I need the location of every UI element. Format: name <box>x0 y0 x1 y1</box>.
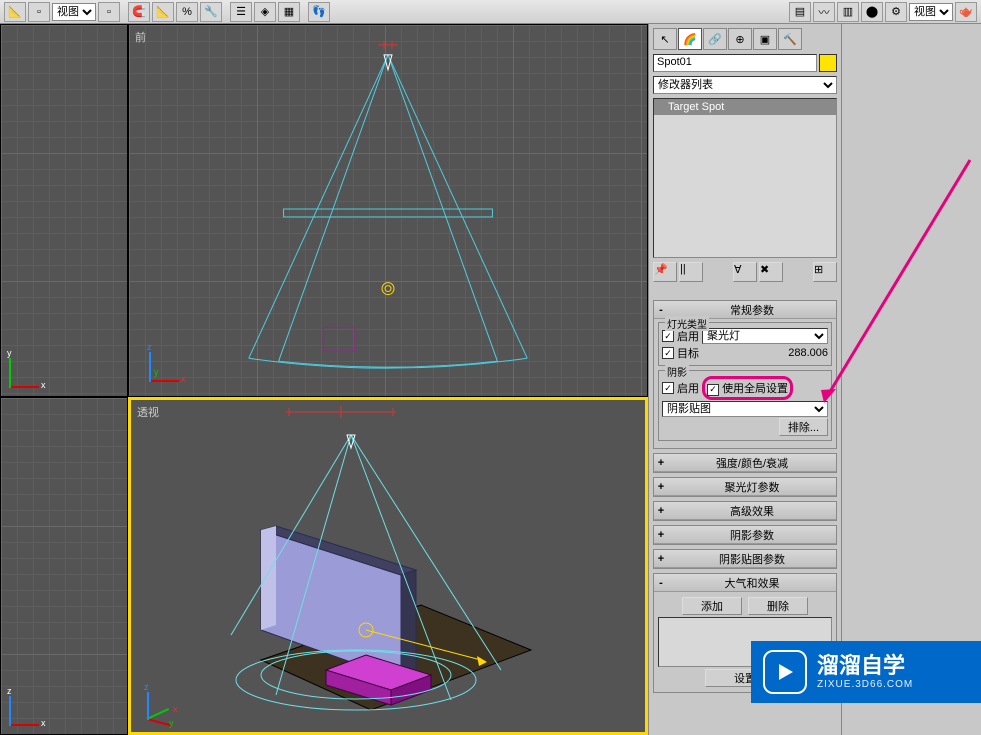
light-type-group: 灯光类型 启用 聚光灯 目标 288.006 <box>658 322 832 366</box>
use-global-checkbox[interactable] <box>707 384 719 396</box>
create-tab-icon[interactable]: ↖ <box>653 28 677 50</box>
selection-icon[interactable]: ☰ <box>230 2 252 22</box>
modifier-stack[interactable]: Target Spot <box>653 98 837 258</box>
utilities-tab-icon[interactable]: 🔨 <box>778 28 802 50</box>
viewport-front[interactable]: 前 <box>128 24 648 397</box>
view-select-left[interactable]: 视图 <box>52 3 96 21</box>
show-end-icon[interactable]: || <box>679 262 703 282</box>
material-icon[interactable]: ⬤ <box>861 2 883 22</box>
rollout-header[interactable]: + 阴影参数 <box>654 526 836 544</box>
remove-icon[interactable]: ✖ <box>759 262 783 282</box>
top-toolbar: 📐 ▫ 视图 ▫ 🧲 📐 % 🔧 ☰ ◈ ▦ 👣 ▤ 〰 ▥ ⬤ ⚙ 视图 🫖 <box>0 0 981 24</box>
shadow-group: 阴影 启用 使用全局设置 阴影贴图 排除... <box>658 370 832 441</box>
snap-percent-icon[interactable]: % <box>176 2 198 22</box>
viewport-label: 透视 <box>137 404 159 420</box>
expand-icon: + <box>654 481 668 493</box>
axis-gizmo-icon: x z y <box>147 680 187 720</box>
expand-icon: + <box>654 553 668 565</box>
collapse-icon: - <box>654 577 668 589</box>
rollout-header[interactable]: + 聚光灯参数 <box>654 478 836 496</box>
pin-stack-icon[interactable]: 📌 <box>653 262 677 282</box>
collapse-icon: - <box>654 304 668 316</box>
expand-icon: + <box>654 505 668 517</box>
viewports: x y 前 <box>0 24 648 735</box>
viewport-bot-left[interactable]: x z <box>0 397 128 735</box>
tool-walk-icon[interactable]: 👣 <box>308 2 330 22</box>
front-scene <box>129 25 647 396</box>
teapot-icon[interactable]: 🫖 <box>955 2 977 22</box>
watermark: 溜溜自学 ZIXUE.3D66.COM <box>751 641 981 703</box>
motion-tab-icon[interactable]: ⊕ <box>728 28 752 50</box>
snap-angle-icon[interactable]: 📐 <box>152 2 174 22</box>
add-effect-button[interactable]: 添加 <box>682 597 742 615</box>
expand-icon: + <box>654 529 668 541</box>
view-select-right[interactable]: 视图 <box>909 3 953 21</box>
rollout-shadow-map-params: + 阴影贴图参数 <box>653 549 837 569</box>
exclude-button[interactable]: 排除... <box>779 418 828 436</box>
expand-icon: + <box>654 457 668 469</box>
hierarchy-tab-icon[interactable]: 🔗 <box>703 28 727 50</box>
rollout-shadow-params: + 阴影参数 <box>653 525 837 545</box>
panel-tabs: ↖ 🌈 🔗 ⊕ ▣ 🔨 <box>651 26 839 52</box>
stack-buttons: 📌 || ∀ ✖ ⊞ <box>651 260 839 284</box>
tool-btn-1[interactable]: 📐 <box>4 2 26 22</box>
render-setup-icon[interactable]: ⚙ <box>885 2 907 22</box>
right-gutter <box>841 24 981 735</box>
play-icon <box>763 650 807 694</box>
rollout-spotlight: + 聚光灯参数 <box>653 477 837 497</box>
command-panel: ↖ 🌈 🔗 ⊕ ▣ 🔨 Spot01 修改器列表 Target Spot 📌 |… <box>648 24 841 735</box>
viewport-label: 前 <box>135 29 146 45</box>
light-type-select[interactable]: 聚光灯 <box>702 328 828 344</box>
mirror-icon[interactable]: ◈ <box>254 2 276 22</box>
rollout-intensity: + 强度/颜色/衰减 <box>653 453 837 473</box>
rollout-header[interactable]: + 高级效果 <box>654 502 836 520</box>
make-unique-icon[interactable]: ∀ <box>733 262 757 282</box>
perspective-scene <box>131 400 645 732</box>
layers-icon[interactable]: ▤ <box>789 2 811 22</box>
object-color-swatch[interactable] <box>819 54 837 72</box>
delete-effect-button[interactable]: 删除 <box>748 597 808 615</box>
shadow-type-select[interactable]: 阴影贴图 <box>662 401 828 417</box>
snap-icon[interactable]: 🧲 <box>128 2 150 22</box>
align-icon[interactable]: ▦ <box>278 2 300 22</box>
axis-gizmo-icon: x z y <box>149 342 189 382</box>
axis-gizmo-icon: x y <box>9 348 49 388</box>
curve-editor-icon[interactable]: 〰 <box>813 2 835 22</box>
axis-gizmo-icon: x z <box>9 686 49 726</box>
viewport-perspective[interactable]: 透视 <box>128 397 648 735</box>
enable-light-checkbox[interactable] <box>662 330 674 342</box>
shadow-enable-checkbox[interactable] <box>662 382 674 394</box>
stack-item[interactable]: Target Spot <box>654 99 836 115</box>
viewport-top-left[interactable]: x y <box>0 24 128 397</box>
display-tab-icon[interactable]: ▣ <box>753 28 777 50</box>
configure-icon[interactable]: ⊞ <box>813 262 837 282</box>
rollout-header[interactable]: + 强度/颜色/衰减 <box>654 454 836 472</box>
rollout-general: - 常规参数 灯光类型 启用 聚光灯 目标 288.006 <box>653 300 837 449</box>
tool-btn-3[interactable]: ▫ <box>98 2 120 22</box>
snap-toggle-icon[interactable]: 🔧 <box>200 2 222 22</box>
object-name-field[interactable]: Spot01 <box>653 54 817 72</box>
tool-btn-2[interactable]: ▫ <box>28 2 50 22</box>
rollout-header[interactable]: - 大气和效果 <box>654 574 836 592</box>
target-checkbox[interactable] <box>662 347 674 359</box>
modify-tab-icon[interactable]: 🌈 <box>678 28 702 50</box>
rollout-advanced: + 高级效果 <box>653 501 837 521</box>
schematic-icon[interactable]: ▥ <box>837 2 859 22</box>
target-distance-value: 288.006 <box>788 347 828 359</box>
rollout-header[interactable]: + 阴影贴图参数 <box>654 550 836 568</box>
modifier-list-select[interactable]: 修改器列表 <box>653 76 837 94</box>
use-global-highlight: 使用全局设置 <box>702 376 793 400</box>
